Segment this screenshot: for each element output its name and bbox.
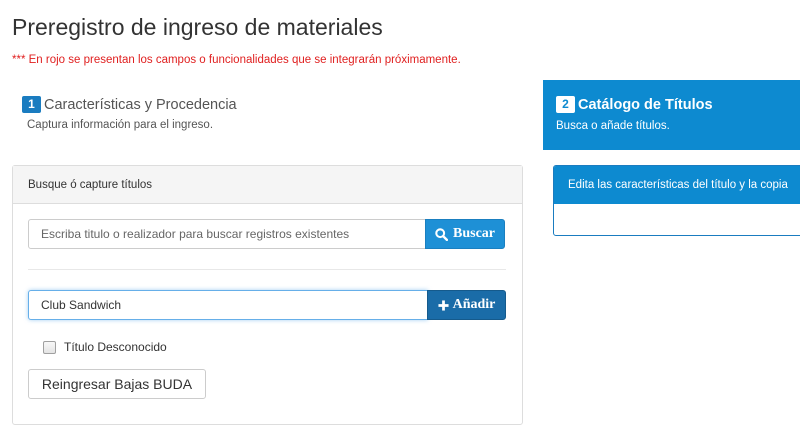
search-button[interactable]: Buscar: [425, 219, 505, 249]
step-1-subtitle: Captura información para el ingreso.: [27, 119, 214, 131]
search-button-label: Buscar: [453, 226, 495, 241]
step-1: 1 Características y Procedencia Captura i…: [22, 96, 237, 131]
step-2[interactable]: 2 Catálogo de Títulos Busca o añade títul…: [543, 80, 800, 150]
search-panel: Busque ó capture títulos Buscar Añadir T…: [12, 165, 523, 425]
step-1-title: Características y Procedencia: [44, 96, 237, 113]
unknown-title-label: Título Desconocido: [64, 340, 167, 354]
search-input[interactable]: [28, 219, 426, 249]
step-2-title: Catálogo de Títulos: [578, 96, 713, 113]
step-1-number: 1: [22, 96, 41, 114]
add-button[interactable]: Añadir: [427, 290, 506, 320]
title-input[interactable]: [28, 290, 428, 320]
divider: [28, 269, 506, 270]
edit-panel-heading: Edita las características del título y l…: [554, 166, 800, 204]
add-button-label: Añadir: [452, 297, 496, 312]
search-panel-heading: Busque ó capture títulos: [13, 166, 522, 204]
search-icon: [435, 227, 448, 241]
page-title: Preregistro de ingreso de materiales: [12, 14, 383, 40]
unknown-title-checkbox-row[interactable]: Título Desconocido: [43, 340, 167, 354]
step-2-subtitle: Busca o añade títulos.: [556, 120, 670, 132]
step-2-number: 2: [556, 96, 575, 114]
notice-text: *** En rojo se presentan los campos o fu…: [12, 54, 461, 66]
step-1-header: 1 Características y Procedencia: [22, 96, 237, 114]
unknown-title-checkbox[interactable]: [43, 340, 56, 354]
reingresar-bajas-button[interactable]: Reingresar Bajas BUDA: [28, 369, 206, 399]
edit-panel: Edita las características del título y l…: [553, 165, 800, 236]
plus-icon: [438, 299, 449, 311]
step-2-header: 2 Catálogo de Títulos: [556, 96, 800, 114]
